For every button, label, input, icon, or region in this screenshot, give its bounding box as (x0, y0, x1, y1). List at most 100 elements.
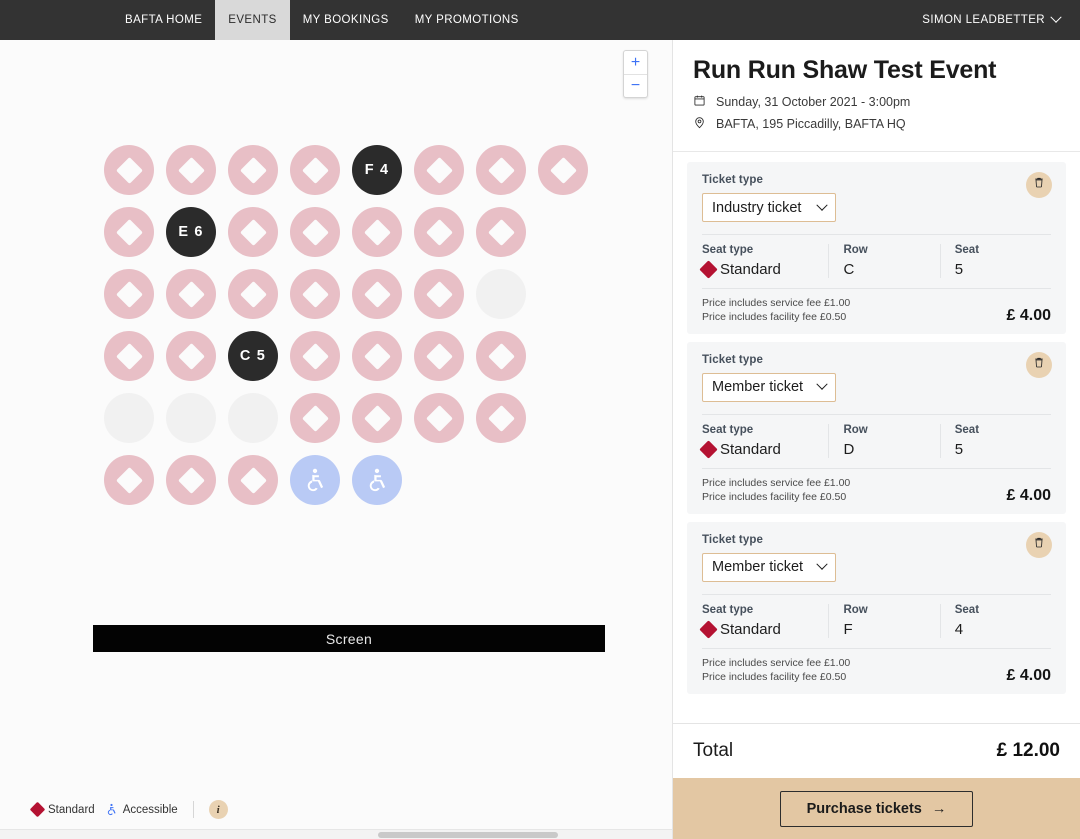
purchase-tickets-label: Purchase tickets (807, 801, 922, 817)
seat-available-r0c2[interactable] (228, 145, 278, 195)
seat-grid: F 4 E 6 C 5 (104, 145, 600, 517)
ticket-price: £ 4.00 (1007, 307, 1051, 325)
ticket-type-select[interactable]: Member ticket (702, 373, 836, 402)
zoom-out-button[interactable]: − (624, 74, 647, 97)
standard-diamond-icon (178, 467, 205, 494)
horizontal-scrollbar-thumb[interactable] (378, 832, 558, 838)
trash-icon (1033, 356, 1045, 374)
event-date-row: Sunday, 31 October 2021 - 3:00pm (693, 94, 1060, 110)
purchase-bar: Purchase tickets → (673, 778, 1080, 839)
standard-diamond-icon (699, 260, 717, 278)
standard-diamond-icon (488, 405, 515, 432)
legend-standard: Standard (32, 804, 95, 816)
seat-available-r0c0[interactable] (104, 145, 154, 195)
remove-ticket-button[interactable] (1026, 532, 1052, 558)
seat-available-r0c3[interactable] (290, 145, 340, 195)
seat-available-r0c6[interactable] (476, 145, 526, 195)
seat-available-r5c0[interactable] (104, 455, 154, 505)
nav-item-events[interactable]: EVENTS (215, 0, 289, 40)
ticket-card: Ticket type Industry ticket Seat typeStand… (687, 162, 1066, 334)
seat-number-label: Seat (955, 424, 1041, 436)
nav-item-bafta-home[interactable]: BAFTA HOME (112, 0, 215, 40)
seat-available-r0c7[interactable] (538, 145, 588, 195)
seat-available-r5c2[interactable] (228, 455, 278, 505)
wheelchair-icon (364, 467, 390, 493)
seat-details: Seat typeStandardRowCSeat5 (702, 235, 1051, 278)
seat-available-r1c5[interactable] (414, 207, 464, 257)
seat-selected-E6[interactable]: E 6 (166, 207, 216, 257)
chevron-down-icon (816, 379, 827, 390)
seat-number-value: 4 (955, 621, 1041, 638)
standard-diamond-icon (240, 467, 267, 494)
seat-available-r2c2[interactable] (228, 269, 278, 319)
nav-item-my-promotions[interactable]: MY PROMOTIONS (402, 0, 532, 40)
seat-available-r4c6[interactable] (476, 393, 526, 443)
total-row: Total £ 12.00 (673, 723, 1080, 778)
seat-selected-C5[interactable]: C 5 (228, 331, 278, 381)
ticket-type-select[interactable]: Member ticket (702, 553, 836, 582)
seat-available-r4c4[interactable] (352, 393, 402, 443)
ticket-price: £ 4.00 (1007, 667, 1051, 685)
seat-row: F 4 (104, 145, 600, 207)
seat-available-r0c1[interactable] (166, 145, 216, 195)
ticket-card: Ticket typeMember ticketSeat typeStandar… (687, 522, 1066, 694)
ticket-type-select[interactable]: Industry ticket (702, 193, 836, 222)
seat-selected-F4[interactable]: F 4 (352, 145, 402, 195)
seat-number-value: 5 (955, 441, 1041, 458)
top-navigation-bar: BAFTA HOME EVENTS MY BOOKINGS MY PROMOTI… (0, 0, 1080, 40)
seat-booking-page: BAFTA HOME EVENTS MY BOOKINGS MY PROMOTI… (0, 0, 1080, 839)
seat-accessible-r5c4[interactable] (352, 455, 402, 505)
seat-type-col: Seat typeStandard (702, 424, 828, 458)
seat-available-r1c2[interactable] (228, 207, 278, 257)
seat-available-r5c1[interactable] (166, 455, 216, 505)
seat-available-r4c3[interactable] (290, 393, 340, 443)
seat-accessible-r5c3[interactable] (290, 455, 340, 505)
seat-available-r3c6[interactable] (476, 331, 526, 381)
seat-unavailable-r4c1 (166, 393, 216, 443)
seat-available-r3c1[interactable] (166, 331, 216, 381)
user-menu-label: SIMON LEADBETTER (922, 14, 1045, 26)
seat-available-r1c3[interactable] (290, 207, 340, 257)
purchase-tickets-button[interactable]: Purchase tickets → (780, 791, 974, 827)
seat-available-r1c4[interactable] (352, 207, 402, 257)
seat-available-r1c6[interactable] (476, 207, 526, 257)
event-date: Sunday, 31 October 2021 - 3:00pm (716, 95, 910, 109)
info-button[interactable]: i (209, 800, 228, 819)
standard-diamond-icon (240, 281, 267, 308)
seat-available-r0c5[interactable] (414, 145, 464, 195)
user-menu[interactable]: SIMON LEADBETTER (902, 0, 1080, 40)
zoom-in-button[interactable]: + (624, 51, 647, 74)
remove-ticket-button[interactable] (1026, 352, 1052, 378)
seat-available-r2c1[interactable] (166, 269, 216, 319)
nav-spacer (532, 0, 903, 40)
ticket-type-label: Ticket type (702, 174, 1051, 186)
standard-diamond-icon (426, 405, 453, 432)
seat-available-r3c0[interactable] (104, 331, 154, 381)
nav-item-my-bookings[interactable]: MY BOOKINGS (290, 0, 402, 40)
seat-available-r1c0[interactable] (104, 207, 154, 257)
seat-available-r3c4[interactable] (352, 331, 402, 381)
seat-map-pane: + − F 4E 6C 5 Screen Standard Accessible… (0, 40, 672, 839)
standard-diamond-icon (116, 281, 143, 308)
seat-number-value: 5 (955, 261, 1041, 278)
seat-available-r2c5[interactable] (414, 269, 464, 319)
remove-ticket-button[interactable] (1026, 172, 1052, 198)
service-fee-note: Price includes service fee £1.00 (702, 476, 850, 490)
seat-available-r3c5[interactable] (414, 331, 464, 381)
horizontal-scrollbar[interactable] (0, 829, 672, 839)
seat-available-r3c3[interactable] (290, 331, 340, 381)
seat-available-r4c5[interactable] (414, 393, 464, 443)
seat-details: Seat typeStandardRowFSeat4 (702, 595, 1051, 638)
seat-available-r2c0[interactable] (104, 269, 154, 319)
seat-available-r2c4[interactable] (352, 269, 402, 319)
fee-notes: Price includes service fee £1.00Price in… (702, 296, 850, 325)
chevron-down-icon (1050, 12, 1061, 23)
seat-available-r2c3[interactable] (290, 269, 340, 319)
seat-type-value: Standard (702, 621, 818, 638)
screen-label: Screen (326, 631, 372, 647)
row-value: C (843, 261, 929, 278)
facility-fee-note: Price includes facility fee £0.50 (702, 670, 850, 684)
seat-type-value: Standard (702, 261, 818, 278)
row-col: RowD (828, 424, 939, 458)
seat-row: E 6 (104, 207, 600, 269)
